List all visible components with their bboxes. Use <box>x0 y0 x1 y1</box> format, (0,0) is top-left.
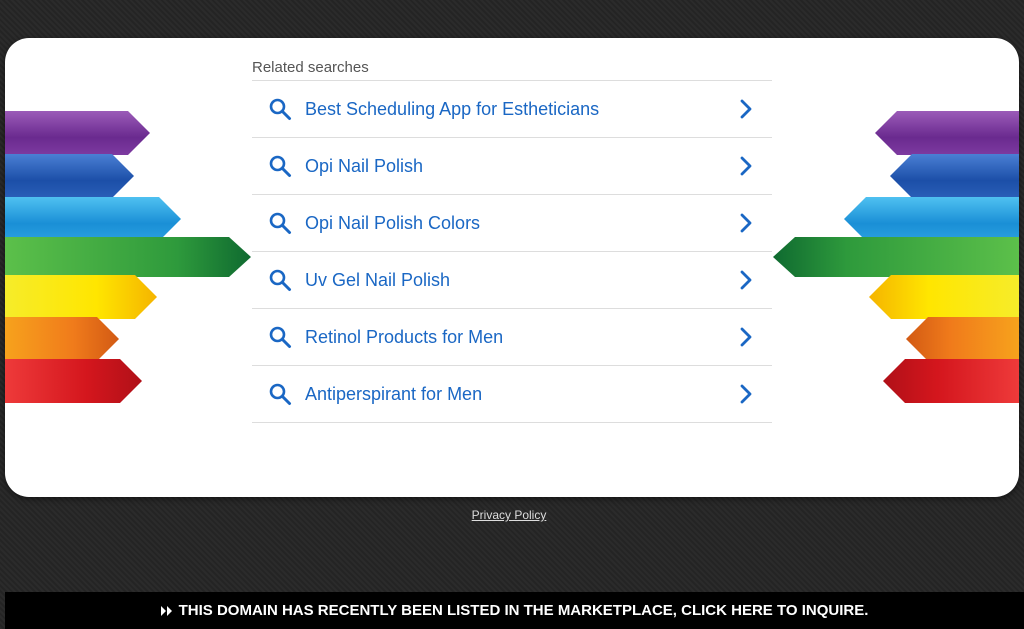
decorative-ribbons-left <box>5 111 255 403</box>
ribbon-lightblue <box>844 197 1019 241</box>
related-search-label[interactable]: Best Scheduling App for Estheticians <box>305 99 736 120</box>
ribbon-yellow <box>869 275 1019 319</box>
privacy-policy-link[interactable]: Privacy Policy <box>472 508 547 522</box>
related-search-label[interactable]: Retinol Products for Men <box>305 327 736 348</box>
related-search-label[interactable]: Opi Nail Polish Colors <box>305 213 736 234</box>
ribbon-blue <box>5 154 134 198</box>
decorative-ribbons-right <box>769 111 1019 403</box>
related-search-item[interactable]: Opi Nail Polish Colors <box>252 195 772 252</box>
search-icon <box>266 380 294 408</box>
ribbon-red <box>883 359 1019 403</box>
banner-text[interactable]: THIS DOMAIN HAS RECENTLY BEEN LISTED IN … <box>179 602 869 619</box>
chevron-right-icon <box>736 154 756 178</box>
related-search-item[interactable]: Antiperspirant for Men <box>252 366 772 423</box>
related-search-label[interactable]: Antiperspirant for Men <box>305 384 736 405</box>
ribbon-lightblue <box>5 197 181 241</box>
chevron-right-icon <box>736 325 756 349</box>
ribbon-purple <box>5 111 150 155</box>
search-icon <box>266 209 294 237</box>
related-search-label[interactable]: Uv Gel Nail Polish <box>305 270 736 291</box>
search-icon <box>266 95 294 123</box>
ribbon-yellow <box>5 275 157 319</box>
related-search-item[interactable]: Retinol Products for Men <box>252 309 772 366</box>
ribbon-red <box>5 359 142 403</box>
ribbon-green <box>5 237 251 277</box>
ribbon-orange <box>906 317 1019 361</box>
related-search-label[interactable]: Opi Nail Polish <box>305 156 736 177</box>
ribbon-orange <box>5 317 119 361</box>
search-icon <box>266 266 294 294</box>
fast-forward-icon <box>160 605 173 617</box>
chevron-right-icon <box>736 382 756 406</box>
related-search-item[interactable]: Best Scheduling App for Estheticians <box>252 81 772 138</box>
marketplace-banner[interactable]: THIS DOMAIN HAS RECENTLY BEEN LISTED IN … <box>5 592 1024 629</box>
chevron-right-icon <box>736 211 756 235</box>
chevron-right-icon <box>736 268 756 292</box>
related-search-item[interactable]: Uv Gel Nail Polish <box>252 252 772 309</box>
ribbon-blue <box>890 154 1019 198</box>
chevron-right-icon <box>736 97 756 121</box>
ribbon-green <box>773 237 1019 277</box>
search-icon <box>266 323 294 351</box>
main-card: Related searches Best Scheduling App for… <box>5 38 1019 497</box>
related-searches-title: Related searches <box>252 59 772 81</box>
related-searches: Related searches Best Scheduling App for… <box>252 38 772 423</box>
ribbon-purple <box>875 111 1019 155</box>
footer: Privacy Policy <box>0 508 1018 522</box>
related-search-item[interactable]: Opi Nail Polish <box>252 138 772 195</box>
search-icon <box>266 152 294 180</box>
